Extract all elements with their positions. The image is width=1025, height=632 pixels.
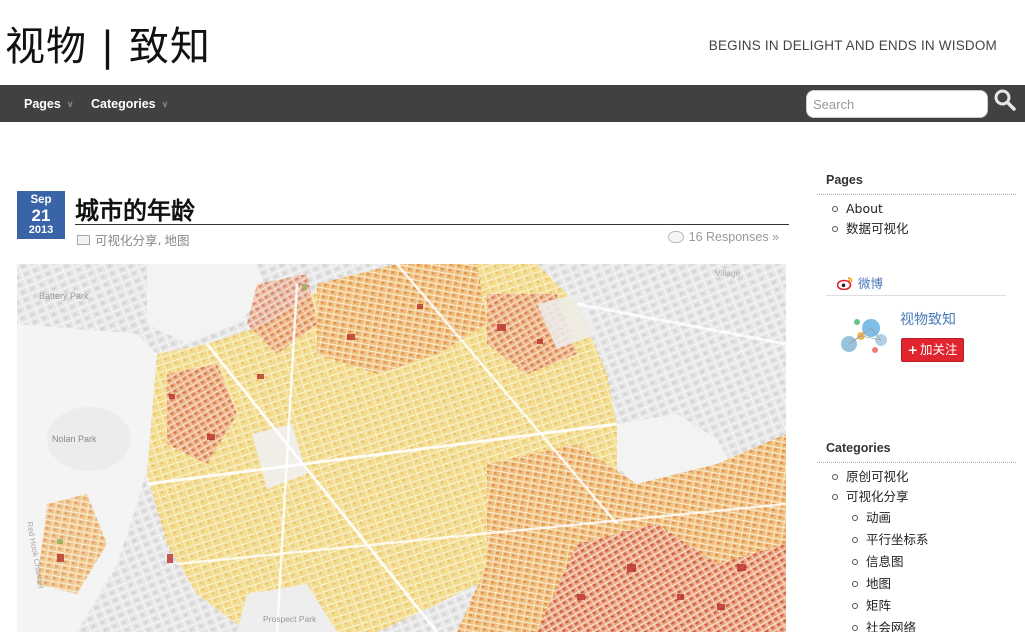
- nav-item-categories[interactable]: Categories ∨: [91, 85, 168, 122]
- weibo-label: 微博: [858, 276, 884, 291]
- follow-label: 加关注: [919, 342, 958, 357]
- sidebar-category-item[interactable]: 可视化分享: [830, 487, 929, 507]
- sidebar-categories-list: 原创可视化 可视化分享 动画 平行坐标系 信息图 地图 矩阵 社会网络: [830, 467, 929, 632]
- sidebar-subcategory-item[interactable]: 矩阵: [830, 595, 929, 617]
- chevron-down-icon: ∨: [161, 99, 169, 109]
- nav-item-label: Pages: [24, 97, 61, 111]
- plus-icon: +: [907, 342, 918, 357]
- comment-bubble-icon: [667, 231, 684, 243]
- sidebar-divider: [817, 194, 1016, 195]
- post-date-month: Sep: [30, 194, 52, 206]
- sidebar-category-link[interactable]: 动画: [866, 510, 891, 525]
- sidebar-category-link[interactable]: 地图: [866, 576, 891, 591]
- site-header: 视物 | 致知 BEGINS IN DELIGHT AND ENDS IN WI…: [0, 0, 1025, 85]
- city-age-map: Battery Park Nolan Park Red Hook Channel…: [17, 264, 786, 632]
- post-map-image: Battery Park Nolan Park Red Hook Channel…: [17, 264, 786, 632]
- post-category-link[interactable]: 地图: [165, 230, 190, 249]
- sidebar-page-link[interactable]: 数据可视化: [846, 221, 909, 236]
- chevron-down-icon: ∨: [66, 99, 74, 109]
- weibo-widget-header[interactable]: 微博: [837, 273, 883, 292]
- search-icon[interactable]: [993, 88, 1017, 112]
- sidebar-category-link[interactable]: 可视化分享: [846, 489, 909, 504]
- map-label: Nolan Park: [52, 434, 97, 444]
- sidebar-pages-heading: Pages: [826, 173, 863, 187]
- sidebar-category-link[interactable]: 原创可视化: [846, 469, 909, 484]
- sidebar-divider: [817, 462, 1016, 463]
- folder-icon: [77, 234, 90, 245]
- sidebar-page-link[interactable]: About: [846, 201, 883, 216]
- sidebar-page-item[interactable]: About: [830, 199, 909, 219]
- sidebar-category-link[interactable]: 社会网络: [866, 620, 916, 632]
- weibo-divider: [826, 295, 1006, 296]
- map-label: Prospect Park: [263, 614, 317, 624]
- map-label: Battery Park: [39, 291, 89, 301]
- post-date-year: 2013: [28, 224, 54, 236]
- sidebar-category-link[interactable]: 矩阵: [866, 598, 891, 613]
- sidebar-subcategory-item[interactable]: 平行坐标系: [830, 529, 929, 551]
- sidebar-category-item[interactable]: 原创可视化: [830, 467, 929, 487]
- map-label: Village: [715, 268, 741, 278]
- sidebar-page-item[interactable]: 数据可视化: [830, 219, 909, 239]
- weibo-account-name[interactable]: 视物致知: [900, 309, 956, 329]
- responses-link[interactable]: 16 Responses »: [689, 230, 779, 244]
- sidebar-subcategory-item[interactable]: 社会网络: [830, 617, 929, 632]
- sidebar-subcategory-item[interactable]: 信息图: [830, 551, 929, 573]
- post-title[interactable]: 城市的年龄: [75, 191, 195, 226]
- post-responses[interactable]: 16 Responses »: [667, 230, 779, 244]
- site-tagline: BEGINS IN DELIGHT AND ENDS IN WISDOM: [708, 38, 997, 53]
- weibo-avatar[interactable]: [835, 308, 893, 360]
- sidebar-subcategory-item[interactable]: 地图: [830, 573, 929, 595]
- nav-item-pages[interactable]: Pages ∨: [24, 85, 73, 122]
- sidebar-categories-heading: Categories: [826, 441, 891, 455]
- site-title[interactable]: 视物 | 致知: [5, 14, 211, 72]
- post-category-link[interactable]: 可视化分享: [95, 230, 158, 249]
- nav-item-label: Categories: [91, 97, 156, 111]
- sidebar-pages-list: About 数据可视化: [830, 199, 909, 239]
- sidebar-category-link[interactable]: 信息图: [866, 554, 904, 569]
- sidebar-subcategory-item[interactable]: 动画: [830, 507, 929, 529]
- search-input[interactable]: [806, 90, 988, 118]
- sidebar-category-link[interactable]: 平行坐标系: [866, 532, 929, 547]
- post-title-divider: [75, 224, 789, 225]
- post-categories: 可视化分享, 地图: [77, 230, 190, 249]
- weibo-follow-button[interactable]: + 加关注: [901, 338, 964, 362]
- post-date-badge: Sep 21 2013: [17, 191, 65, 239]
- category-separator: ,: [157, 232, 162, 247]
- post-date-day: 21: [31, 206, 51, 225]
- weibo-icon: [837, 276, 853, 290]
